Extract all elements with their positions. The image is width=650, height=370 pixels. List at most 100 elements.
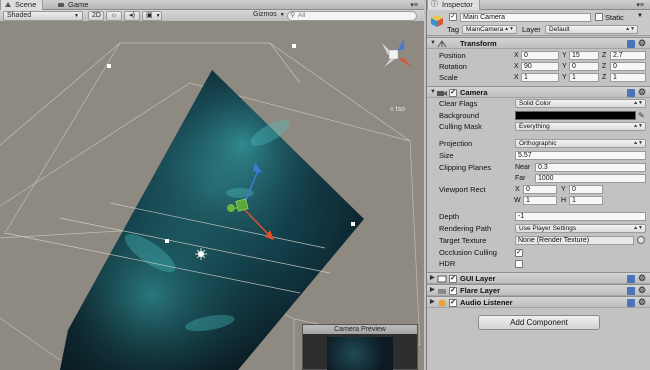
chevron-down-icon: ▲▼ bbox=[625, 26, 635, 32]
shading-mode-dropdown[interactable]: Shaded ▼ bbox=[3, 11, 83, 21]
camera-header[interactable]: ▼ ✓ Camera ⚙ bbox=[427, 86, 650, 98]
help-book-icon[interactable] bbox=[627, 299, 635, 307]
tab-inspector[interactable]: ⓘ Inspector bbox=[427, 0, 480, 10]
target-texture-field[interactable]: None (Render Texture) bbox=[515, 236, 634, 245]
image-icon: ▣ bbox=[146, 12, 153, 19]
toggle-2d-button[interactable]: 2D bbox=[88, 11, 104, 21]
viewport-h-field[interactable]: 1 bbox=[569, 196, 603, 205]
gear-icon[interactable]: ⚙ bbox=[638, 297, 646, 308]
viewport-x-field[interactable]: 0 bbox=[523, 185, 557, 194]
clipping-planes-label: Clipping Planes bbox=[439, 163, 492, 172]
help-book-icon[interactable] bbox=[627, 40, 635, 48]
occlusion-culling-checkbox[interactable]: ✓ bbox=[515, 248, 523, 257]
scene-view[interactable]: ≡ Iso Camera Preview bbox=[0, 23, 424, 370]
object-picker-icon[interactable] bbox=[637, 236, 645, 244]
gui-layer-header[interactable]: ▶ ✓ GUI Layer ⚙ bbox=[427, 272, 650, 284]
scale-y-field[interactable]: 1 bbox=[569, 73, 599, 82]
fold-arrow-icon[interactable]: ▼ bbox=[430, 87, 436, 98]
fold-arrow-icon[interactable]: ▶ bbox=[430, 297, 435, 308]
hdr-checkbox[interactable] bbox=[515, 259, 523, 268]
scale-z-field[interactable]: 1 bbox=[610, 73, 646, 82]
viewport-y-field[interactable]: 0 bbox=[569, 185, 603, 194]
fold-arrow-icon[interactable]: ▼ bbox=[430, 38, 436, 49]
eyedropper-icon[interactable]: ✎ bbox=[638, 110, 645, 121]
clear-flags-value: Solid Color bbox=[519, 100, 551, 107]
background-color-swatch[interactable] bbox=[515, 111, 636, 120]
effects-dropdown[interactable]: ▣ ▼ bbox=[142, 11, 162, 21]
fold-arrow-icon[interactable]: ▶ bbox=[430, 273, 435, 284]
near-field[interactable]: 0.3 bbox=[535, 163, 646, 172]
transform-header[interactable]: ▼ Transform ⚙ bbox=[427, 37, 650, 49]
gizmos-dropdown[interactable]: Gizmos ▼ bbox=[250, 11, 285, 21]
gear-icon[interactable]: ⚙ bbox=[638, 38, 646, 49]
active-checkbox[interactable]: ✓ bbox=[449, 13, 457, 21]
depth-label: Depth bbox=[439, 212, 460, 221]
lighting-toggle-button[interactable]: ☼ bbox=[106, 11, 122, 21]
layer-dropdown[interactable]: Default ▲▼ bbox=[545, 25, 638, 34]
gear-icon[interactable]: ⚙ bbox=[638, 87, 646, 98]
tag-value: MainCamera bbox=[466, 26, 504, 33]
rendering-path-dropdown[interactable]: Use Player Settings ▲▼ bbox=[515, 224, 646, 233]
depth-field[interactable]: -1 bbox=[515, 212, 646, 221]
y-axis-label: Y bbox=[561, 186, 566, 193]
scale-x-field[interactable]: 1 bbox=[521, 73, 559, 82]
position-x-field[interactable]: 0 bbox=[521, 51, 559, 60]
depth-row: Depth -1 bbox=[427, 211, 650, 222]
position-y-field[interactable]: 15 bbox=[569, 51, 599, 60]
fold-arrow-icon[interactable]: ▶ bbox=[430, 285, 435, 296]
rotation-x-field[interactable]: 90 bbox=[521, 62, 559, 71]
rotation-y-field[interactable]: 0 bbox=[569, 62, 599, 71]
panel-menu-icon[interactable]: ▾≡ bbox=[410, 1, 418, 9]
chevron-down-icon[interactable]: ▼ bbox=[637, 13, 643, 19]
camera-enabled-checkbox[interactable]: ✓ bbox=[449, 88, 457, 97]
culling-mask-dropdown[interactable]: Everything ▲▼ bbox=[515, 122, 646, 131]
flare-layer-checkbox[interactable]: ✓ bbox=[449, 286, 457, 295]
help-book-icon[interactable] bbox=[627, 89, 635, 97]
help-book-icon[interactable] bbox=[627, 287, 635, 295]
chevron-down-icon: ▲▼ bbox=[504, 26, 514, 32]
tab-scene[interactable]: Scene bbox=[0, 0, 44, 10]
background-row: Background ✎ bbox=[427, 110, 650, 121]
flare-layer-header[interactable]: ▶ ✓ Flare Layer ⚙ bbox=[427, 284, 650, 296]
object-name-field[interactable]: Main Camera bbox=[460, 13, 591, 22]
viewport-row-1: Viewport Rect X 0 Y 0 bbox=[427, 184, 650, 195]
audio-toggle-button[interactable]: ◂) bbox=[124, 11, 140, 21]
orientation-gizmo[interactable] bbox=[382, 39, 412, 68]
tab-game[interactable]: Game bbox=[54, 0, 94, 10]
camera-preview-image bbox=[327, 337, 393, 370]
add-component-button[interactable]: Add Component bbox=[478, 315, 600, 330]
chevron-down-icon: ▼ bbox=[279, 12, 285, 18]
info-icon: ⓘ bbox=[431, 1, 438, 8]
size-field[interactable]: 5.57 bbox=[515, 151, 646, 160]
gameobject-cube-icon bbox=[431, 15, 443, 27]
tab-scene-label: Scene bbox=[15, 0, 37, 9]
camera-preview: Camera Preview bbox=[302, 324, 418, 370]
panel-menu-icon[interactable]: ▾≡ bbox=[636, 1, 644, 9]
gui-layer-checkbox[interactable]: ✓ bbox=[449, 274, 457, 283]
iso-toggle[interactable]: ≡ Iso bbox=[390, 106, 405, 113]
rotation-z-value: 0 bbox=[613, 63, 617, 70]
projection-dropdown[interactable]: Orthographic ▲▼ bbox=[515, 139, 646, 148]
clear-flags-label: Clear Flags bbox=[439, 99, 478, 108]
scene-search-input[interactable]: ⚲ All bbox=[287, 11, 417, 21]
gear-icon[interactable]: ⚙ bbox=[638, 273, 646, 284]
static-checkbox[interactable] bbox=[595, 13, 603, 21]
size-label: Size bbox=[439, 151, 454, 160]
audio-listener-header[interactable]: ▶ ✓ Audio Listener ⚙ bbox=[427, 296, 650, 308]
viewport-h-value: 1 bbox=[572, 197, 576, 204]
clipping-far-row: Far 1000 bbox=[427, 173, 650, 184]
size-row: Size 5.57 bbox=[427, 150, 650, 161]
help-book-icon[interactable] bbox=[627, 275, 635, 283]
position-x-value: 0 bbox=[524, 52, 528, 59]
gear-icon[interactable]: ⚙ bbox=[638, 285, 646, 296]
tag-dropdown[interactable]: MainCamera ▲▼ bbox=[462, 25, 517, 34]
viewport-w-field[interactable]: 1 bbox=[523, 196, 557, 205]
far-field[interactable]: 1000 bbox=[535, 174, 646, 183]
scale-label: Scale bbox=[439, 73, 458, 82]
gui-layer-title: GUI Layer bbox=[460, 274, 496, 283]
position-z-field[interactable]: 2.7 bbox=[610, 51, 646, 60]
audio-listener-checkbox[interactable]: ✓ bbox=[449, 298, 457, 307]
rotation-z-field[interactable]: 0 bbox=[610, 62, 646, 71]
clear-flags-dropdown[interactable]: Solid Color ▲▼ bbox=[515, 99, 646, 108]
rendering-path-label: Rendering Path bbox=[439, 224, 492, 233]
